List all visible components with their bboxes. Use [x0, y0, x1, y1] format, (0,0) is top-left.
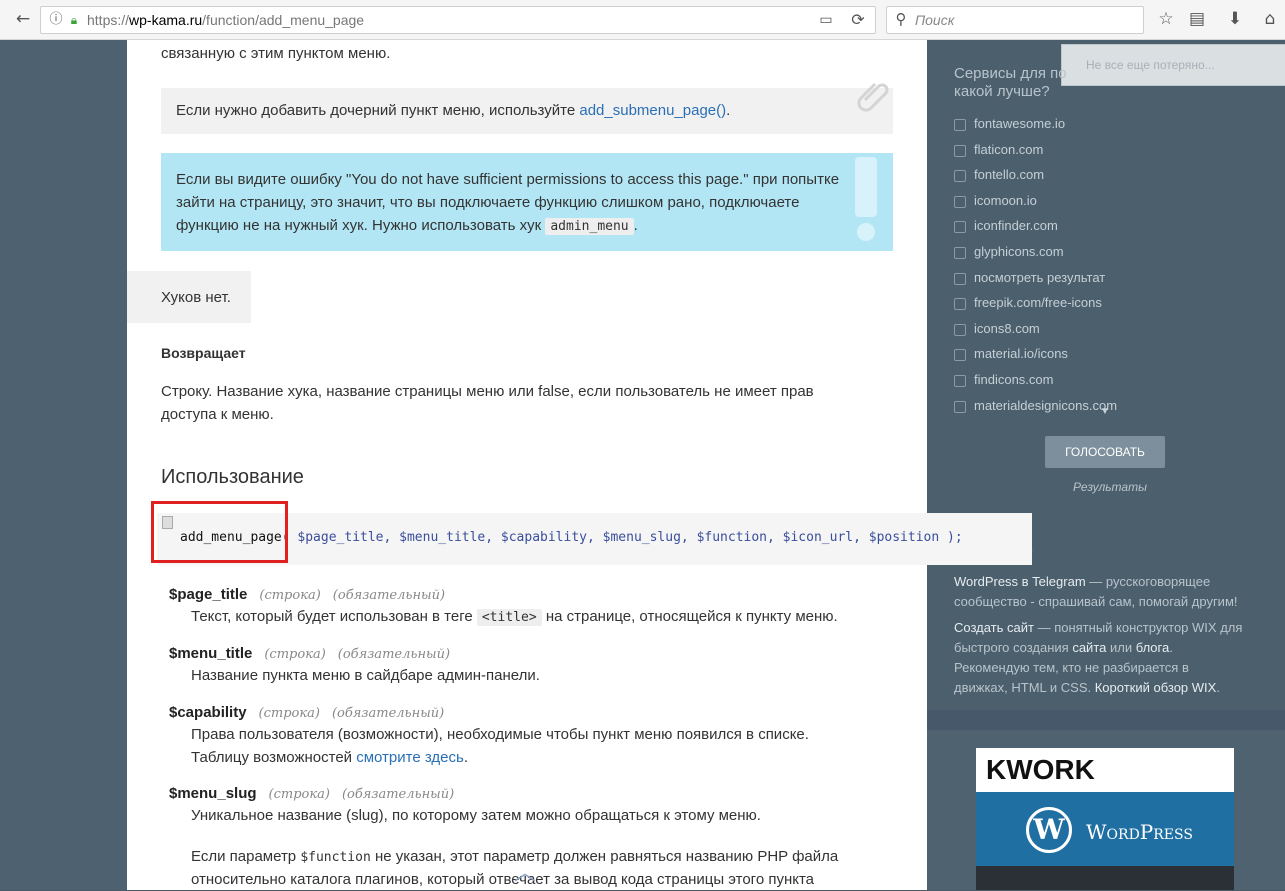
param-desc: относительно каталога плагинов, который …	[191, 871, 815, 888]
poll-option-label[interactable]: посмотреть результат	[974, 270, 1105, 285]
poll-checkbox[interactable]	[954, 272, 966, 285]
wordpress-logo-icon: W	[1026, 807, 1072, 853]
reader-view-icon[interactable]: ▭	[815, 9, 837, 31]
param-desc: Права пользователя (возможности), необхо…	[191, 726, 809, 743]
poll-checkbox[interactable]	[954, 323, 966, 336]
poll-title: Сервисы для по какой лучше?	[954, 65, 1067, 100]
warning-line: Если вы видите ошибку "You do not have s…	[176, 171, 840, 188]
poll-option-label[interactable]: icons8.com	[974, 321, 1040, 336]
telegram-text: WordPress в Telegram — русскоговорящее с…	[954, 574, 1238, 609]
poll-checkbox[interactable]	[954, 298, 966, 311]
returns-text: Строку. Название хука, название страницы…	[161, 383, 814, 400]
poll-checkbox[interactable]	[954, 221, 966, 234]
returns-text: доступа к меню.	[161, 406, 274, 423]
scroll-up-chevron-icon[interactable]: ︿	[514, 855, 536, 887]
poll-checkbox[interactable]	[954, 247, 966, 259]
poll-checkbox[interactable]	[954, 170, 966, 183]
capabilities-link[interactable]: смотрите здесь	[356, 749, 464, 766]
article-text: связанную с этим пунктом меню.	[161, 45, 391, 62]
hooks-text: Хуков нет.	[161, 289, 231, 306]
poll-checkbox[interactable]	[954, 195, 966, 208]
poll-scroll-arrow-icon[interactable]: ▼	[1100, 406, 1110, 417]
poll-option-label[interactable]: flaticon.com	[974, 142, 1043, 157]
add-submenu-page-link[interactable]: add_submenu_page()	[579, 102, 726, 119]
back-arrow-icon[interactable]: ←	[12, 8, 34, 30]
poll-option-label[interactable]: material.io/icons	[974, 346, 1068, 361]
address-bar[interactable]: ⓘ 🔒︎ https://wp-kama.ru/function/add_men…	[40, 6, 876, 34]
note-text: Если нужно добавить дочерний пункт меню,…	[176, 102, 731, 119]
returns-heading: Возвращает	[161, 345, 246, 361]
wordpress-text: WordPress	[1086, 820, 1193, 844]
search-placeholder: Поиск	[915, 12, 955, 28]
kwork-header: KWORK	[976, 748, 1234, 792]
url-text: https://wp-kama.ru/function/add_menu_pag…	[87, 12, 365, 28]
blog-link[interactable]: блога	[1136, 640, 1170, 655]
telegram-link[interactable]: WordPress в Telegram	[954, 574, 1086, 589]
param-desc: Текст, который будет использован в теге …	[191, 608, 838, 626]
library-icon[interactable]: ▤	[1186, 8, 1208, 30]
poll-option-label[interactable]: findicons.com	[974, 372, 1053, 387]
poll-checkbox[interactable]	[954, 400, 966, 413]
exclamation-icon	[855, 157, 877, 217]
right-sidebar: Не все еще потеряно... Сервисы для по ка…	[927, 40, 1285, 890]
vote-button[interactable]: ГОЛОСОВАТЬ	[1045, 436, 1165, 468]
article-content: связанную с этим пунктом меню. Если нужн…	[127, 40, 1032, 890]
param-row: $page_title (строка) (обязательный)	[169, 586, 446, 603]
poll-checkbox[interactable]	[954, 119, 966, 131]
browser-toolbar: ← ⓘ 🔒︎ https://wp-kama.ru/function/add_m…	[0, 0, 1285, 40]
results-link[interactable]: Результаты	[1073, 480, 1147, 494]
param-desc: Таблицу возможностей смотрите здесь.	[191, 749, 468, 766]
poll-option-label[interactable]: materialdesignicons.com	[974, 398, 1117, 413]
code-block: add_menu_page( $page_title, $menu_title,…	[157, 513, 1032, 565]
tooltip-popup: Не все еще потеряно...	[1061, 44, 1285, 86]
bookmark-star-icon[interactable]: ☆	[1155, 8, 1177, 30]
page-left-background	[0, 40, 127, 890]
tooltip-text: Не все еще потеряно...	[1086, 58, 1215, 72]
search-bar[interactable]: ⚲ Поиск	[886, 6, 1144, 34]
hooks-box: Хуков нет.	[127, 271, 251, 323]
poll-option-label[interactable]: fontello.com	[974, 167, 1044, 182]
exclamation-dot	[857, 223, 875, 241]
poll-checkbox[interactable]	[954, 349, 966, 362]
poll-option-label[interactable]: icomoon.io	[974, 193, 1037, 208]
search-icon: ⚲	[895, 10, 907, 28]
info-note: Если нужно добавить дочерний пункт меню,…	[161, 82, 893, 134]
site-link[interactable]: сайта	[1072, 640, 1106, 655]
param-row: $menu_slug (строка) (обязательный)	[169, 785, 455, 802]
download-icon[interactable]: ⬇	[1224, 8, 1246, 30]
paperclip-icon	[857, 82, 889, 112]
param-desc: Уникальное название (slug), по которому …	[191, 807, 761, 824]
title-tag-code: <title>	[476, 609, 542, 626]
usage-heading: Использование	[161, 466, 304, 488]
highlight-box	[151, 501, 288, 563]
poll-option-label[interactable]: fontawesome.io	[974, 116, 1065, 131]
admin-menu-code: admin_menu	[545, 218, 634, 235]
poll-checkbox[interactable]	[954, 144, 966, 157]
wix-review-link[interactable]: Короткий обзор WIX	[1095, 680, 1217, 695]
poll-option-label[interactable]: freepik.com/free-icons	[974, 295, 1102, 310]
sidebar-divider	[927, 710, 1285, 730]
kwork-logo: KWORK	[986, 754, 1095, 785]
code-line: add_menu_page( $page_title, $menu_title,…	[180, 530, 963, 545]
poll-option-label[interactable]: iconfinder.com	[974, 218, 1058, 233]
home-icon[interactable]: ⌂	[1259, 8, 1281, 30]
warning-note: Если вы видите ошибку "You do not have s…	[161, 153, 893, 251]
param-row: $capability (строка) (обязательный)	[169, 704, 445, 721]
lock-icon: 🔒︎	[70, 13, 78, 27]
kwork-ad[interactable]: KWORK W WordPress	[976, 748, 1234, 890]
wix-link[interactable]: Создать сайт	[954, 620, 1034, 635]
param-row: $menu_title (строка) (обязательный)	[169, 645, 451, 662]
poll-checkbox[interactable]	[954, 375, 966, 387]
poll-option-label[interactable]: glyphicons.com	[974, 244, 1064, 259]
ad-footer-dark	[976, 866, 1234, 890]
warning-line: зайти на страницу, это значит, что вы по…	[176, 194, 800, 211]
wix-text: Создать сайт — понятный конструктор WIX …	[954, 620, 1243, 695]
warning-line: функцию не на нужный хук. Нужно использо…	[176, 217, 638, 235]
reload-icon[interactable]: ⟳	[847, 9, 869, 31]
param-desc: Название пункта меню в сайдбаре админ-па…	[191, 667, 540, 684]
